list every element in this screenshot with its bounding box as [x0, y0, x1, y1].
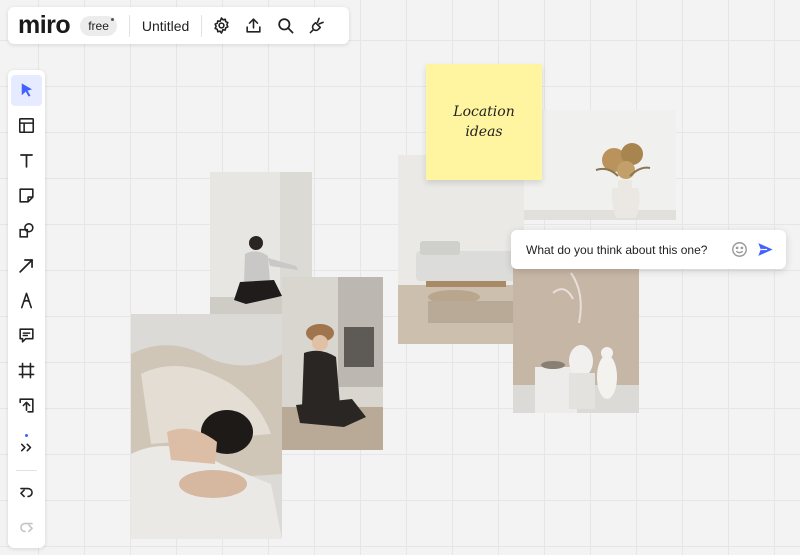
- left-toolbar: [8, 70, 45, 548]
- woman-hat-photo[interactable]: [282, 277, 383, 450]
- comment-icon: [19, 328, 34, 343]
- upload-icon[interactable]: [240, 13, 266, 39]
- emoji-icon[interactable]: [728, 239, 750, 261]
- top-bar: miro free Untitled: [8, 7, 349, 44]
- sticky-note-tool[interactable]: [11, 180, 42, 211]
- settings-icon[interactable]: [208, 13, 234, 39]
- sticky-note-icon: [19, 188, 34, 203]
- divider: [201, 14, 203, 37]
- dried-flowers-vase-photo[interactable]: [524, 110, 676, 220]
- more-tools-button[interactable]: [11, 432, 42, 463]
- pen-icon: [20, 292, 33, 309]
- connection-line-tool[interactable]: [11, 250, 42, 281]
- text-icon: [20, 154, 33, 168]
- living-room-photo[interactable]: [398, 155, 524, 344]
- undo-icon: [20, 487, 33, 498]
- plugin-icon[interactable]: [304, 13, 330, 39]
- sticky-note[interactable]: Location ideas: [426, 64, 542, 180]
- miro-logo[interactable]: miro: [18, 13, 71, 38]
- frame-icon: [18, 362, 35, 379]
- upload-tool[interactable]: [11, 390, 42, 421]
- comment-input[interactable]: [526, 242, 724, 257]
- cursor-arrow-icon: [21, 83, 33, 97]
- woman-curled-photo[interactable]: [131, 314, 282, 539]
- layout-icon: [18, 117, 35, 134]
- text-tool[interactable]: [11, 145, 42, 176]
- plan-badge[interactable]: free: [80, 15, 117, 36]
- sticky-note-text: Location ideas: [453, 104, 515, 140]
- comment-box[interactable]: [511, 230, 786, 269]
- board-title[interactable]: Untitled: [130, 18, 201, 34]
- sculptures-photo[interactable]: [513, 253, 639, 413]
- double-chevron-right-icon: [20, 443, 32, 452]
- toolbar-divider: [16, 470, 37, 471]
- redo-icon: [20, 522, 33, 533]
- send-icon[interactable]: [754, 239, 776, 261]
- undo-button[interactable]: [11, 477, 42, 508]
- frame-tool[interactable]: [11, 355, 42, 386]
- plan-dot: [110, 17, 114, 21]
- comment-tool[interactable]: [11, 320, 42, 351]
- redo-button[interactable]: [11, 512, 42, 543]
- plan-badge-label: free: [88, 18, 109, 33]
- shapes-tool[interactable]: [11, 215, 42, 246]
- upload-box-icon: [19, 398, 34, 413]
- arrow-line-icon: [19, 259, 33, 273]
- search-icon[interactable]: [272, 13, 298, 39]
- templates-tool[interactable]: [11, 110, 42, 141]
- pen-tool[interactable]: [11, 285, 42, 316]
- select-tool[interactable]: [11, 75, 42, 106]
- shapes-icon: [19, 222, 34, 238]
